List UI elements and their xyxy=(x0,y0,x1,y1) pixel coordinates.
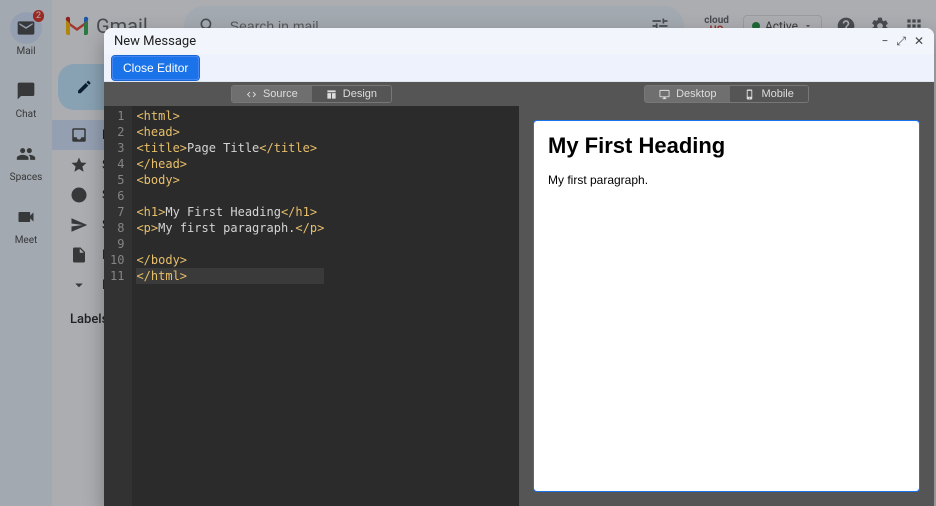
code-content[interactable]: <html><head><title>Page Title</title></h… xyxy=(132,106,324,506)
modal-toolbar: Close Editor xyxy=(104,54,934,82)
tab-mobile[interactable]: Mobile xyxy=(730,86,807,102)
tab-desktop[interactable]: Desktop xyxy=(645,86,730,102)
editor-right-tabs: Desktop Mobile xyxy=(519,82,934,106)
mobile-icon xyxy=(744,89,755,100)
preview-heading: My First Heading xyxy=(548,133,905,159)
editor-left-tabs: Source Design xyxy=(104,82,519,106)
code-editor[interactable]: 1234567891011 <html><head><title>Page Ti… xyxy=(104,106,519,506)
line-gutter: 1234567891011 xyxy=(104,106,132,506)
modal-titlebar[interactable]: New Message − ⤢ ✕ xyxy=(104,28,934,54)
compose-modal: New Message − ⤢ ✕ Close Editor Source De… xyxy=(104,28,934,506)
modal-title-text: New Message xyxy=(114,34,196,49)
minimize-icon[interactable]: − xyxy=(881,34,888,49)
expand-icon[interactable]: ⤢ xyxy=(896,34,906,49)
close-icon[interactable]: ✕ xyxy=(914,34,924,49)
editor-left-pane: Source Design 1234567891011 <html><head>… xyxy=(104,82,519,506)
close-editor-button[interactable]: Close Editor xyxy=(112,56,199,80)
editor-area: Source Design 1234567891011 <html><head>… xyxy=(104,82,934,506)
editor-right-pane: Desktop Mobile My First Heading My first… xyxy=(519,82,934,506)
preview-pane: My First Heading My first paragraph. xyxy=(519,106,934,506)
desktop-icon xyxy=(659,89,670,100)
design-icon xyxy=(326,89,337,100)
preview-document[interactable]: My First Heading My first paragraph. xyxy=(533,120,920,492)
code-icon xyxy=(246,89,257,100)
preview-paragraph: My first paragraph. xyxy=(548,173,905,187)
tab-source[interactable]: Source xyxy=(232,86,312,102)
tab-design[interactable]: Design xyxy=(312,86,391,102)
